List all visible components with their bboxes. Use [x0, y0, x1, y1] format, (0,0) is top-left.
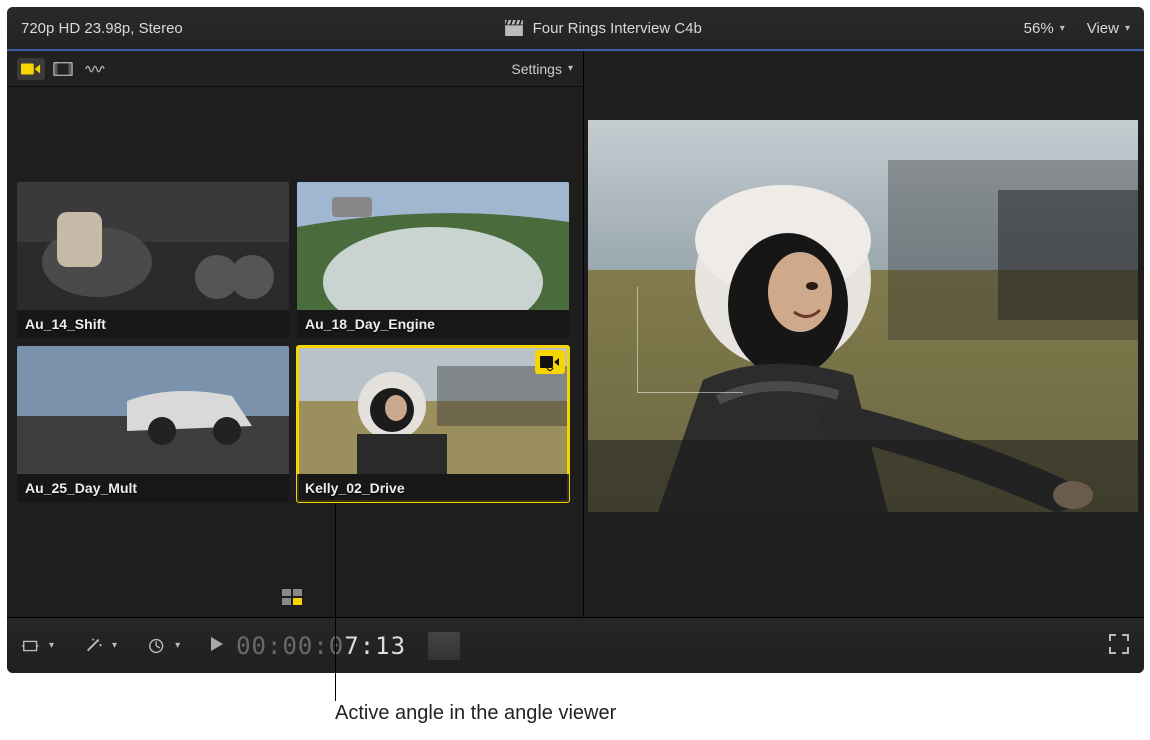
format-label: 720p HD 23.98p, Stereo [21, 20, 183, 37]
clip-title: Four Rings Interview C4b [533, 20, 702, 37]
timecode-dim: 00:00:0 [236, 632, 344, 660]
angle-thumbnail[interactable]: Kelly_02_Drive [297, 346, 569, 502]
switch-video-audio-button[interactable] [17, 58, 45, 80]
angle-grid: Au_14_Shift Au_18_Day_Engine [7, 87, 583, 617]
enhance-tool-dropdown[interactable]: ▾ [84, 637, 117, 655]
angle-thumbnail[interactable]: Au_18_Day_Engine [297, 182, 569, 338]
zoom-value: 56% [1024, 20, 1054, 37]
play-button[interactable] [210, 636, 224, 656]
preview-pane [584, 51, 1144, 617]
chevron-down-icon: ▾ [175, 640, 180, 651]
angle-grid-indicator[interactable] [282, 589, 304, 607]
audio-meter [428, 632, 460, 660]
callout-line [335, 505, 336, 701]
angle-label: Au_14_Shift [17, 310, 289, 338]
switch-audio-button[interactable] [81, 58, 109, 80]
viewer-topbar: 720p HD 23.98p, Stereo Four Rings Interv… [7, 7, 1144, 51]
clapperboard-icon [505, 20, 523, 36]
zoom-dropdown[interactable]: 56% ▾ [1024, 20, 1065, 37]
thumbnail-image [17, 182, 289, 310]
thumbnail-image [297, 346, 569, 474]
fullscreen-button[interactable] [1108, 633, 1130, 659]
chevron-down-icon: ▾ [112, 640, 117, 651]
settings-dropdown[interactable]: Settings ▾ [511, 61, 573, 77]
preview-viewport[interactable] [588, 120, 1138, 512]
preview-image [588, 120, 1138, 512]
angle-toolbar: Settings ▾ [7, 51, 583, 87]
timecode-display[interactable]: 00:00:07:13 [236, 632, 406, 660]
angle-label: Au_18_Day_Engine [297, 310, 569, 338]
angle-thumbnail[interactable]: Au_25_Day_Mult [17, 346, 289, 502]
settings-label: Settings [511, 61, 562, 77]
angle-label: Au_25_Day_Mult [17, 474, 289, 502]
chevron-down-icon: ▾ [49, 640, 54, 651]
chevron-down-icon: ▾ [1125, 23, 1130, 34]
active-angle-badge-icon [535, 350, 565, 374]
view-label: View [1087, 20, 1119, 37]
app-window: 720p HD 23.98p, Stereo Four Rings Interv… [7, 7, 1144, 673]
trim-tool-dropdown[interactable]: ▾ [21, 637, 54, 655]
angle-viewer-pane: Settings ▾ Au_14_Shift [7, 51, 584, 617]
chevron-down-icon: ▾ [1060, 23, 1065, 34]
thumbnail-image [297, 182, 569, 310]
callout-text: Active angle in the angle viewer [335, 702, 616, 725]
angle-label: Kelly_02_Drive [297, 474, 569, 502]
timecode-lit: 7:13 [344, 632, 406, 660]
angle-thumbnail[interactable]: Au_14_Shift [17, 182, 289, 338]
thumbnail-image [17, 346, 289, 474]
viewer-body: Settings ▾ Au_14_Shift [7, 51, 1144, 617]
chevron-down-icon: ▾ [568, 63, 573, 74]
transport-bar: ▾ ▾ ▾ 00:00:07:13 [7, 617, 1144, 673]
switch-video-button[interactable] [49, 58, 77, 80]
retime-tool-dropdown[interactable]: ▾ [147, 637, 180, 655]
view-dropdown[interactable]: View ▾ [1087, 20, 1130, 37]
